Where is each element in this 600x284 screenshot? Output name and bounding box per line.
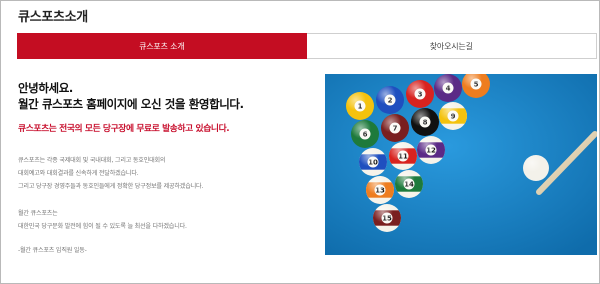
tab-cuesports-intro[interactable]: 큐스포츠 소개 (17, 33, 307, 59)
tab-directions[interactable]: 찾아오시는길 (306, 33, 597, 59)
intro-section: 안녕하세요. 월간 큐스포츠 홈페이지에 오신 것을 환영합니다. 큐스포츠는 … (18, 80, 308, 254)
description-line: 큐스포츠는 각종 국제대회 및 국내대회, 그리고 동호인대회의 (18, 157, 166, 164)
signature: -월간 큐스포츠 임직원 일동- (18, 247, 87, 254)
highlight-message: 큐스포츠는 전국의 모든 당구장에 무료로 발송하고 있습니다. (18, 124, 230, 134)
mission-line: 대한민국 당구문화 발전에 힘이 될 수 있도록 늘 최선을 다하겠습니다. (18, 223, 187, 230)
description-line: 그리고 당구장 경영주들과 동호인들에게 정확한 당구정보를 제공하겠습니다. (18, 183, 204, 190)
billiard-balls-photo: 123456789101112131415 (325, 74, 597, 255)
greeting-line: 안녕하세요. (18, 81, 73, 95)
mission-line: 월간 큐스포츠는 (18, 210, 58, 217)
description-line: 대회예고와 대회결과를 신속하게 전달하겠습니다. (18, 170, 139, 177)
mission-paragraph: 월간 큐스포츠는 대한민국 당구문화 발전에 힘이 될 수 있도록 늘 최선을 … (18, 207, 308, 233)
welcome-line: 월간 큐스포츠 홈페이지에 오신 것을 환영합니다. (18, 97, 244, 111)
tab-bar: 큐스포츠 소개 찾아오시는길 (17, 33, 597, 59)
page-title: 큐스포츠소개 (18, 10, 88, 25)
description-paragraph: 큐스포츠는 각종 국제대회 및 국내대회, 그리고 동호인대회의 대회예고와 대… (18, 154, 308, 193)
